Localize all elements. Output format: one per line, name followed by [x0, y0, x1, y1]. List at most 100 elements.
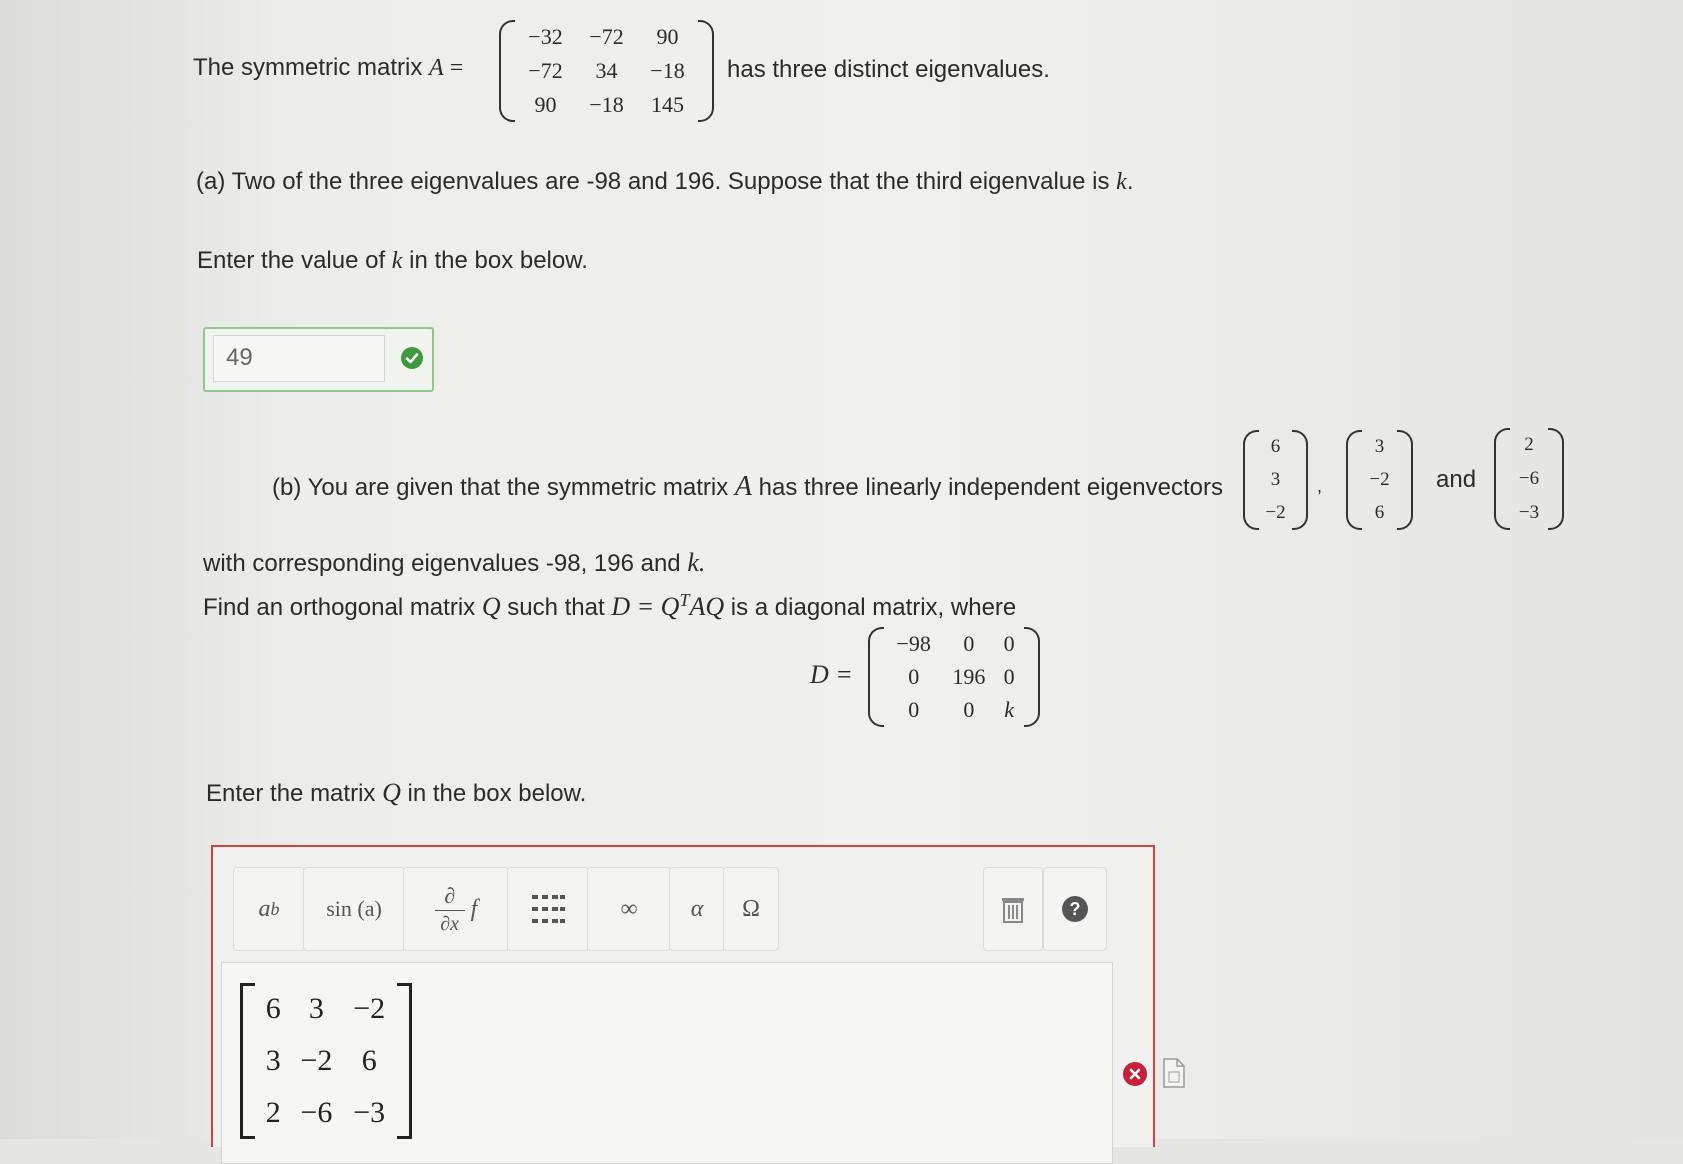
part-a-answer-box: 49	[203, 327, 434, 392]
power-button[interactable]: ab	[233, 867, 305, 951]
matrix-a-cell: 90	[656, 24, 679, 49]
eigenvector-2: 3 −2 6	[1346, 430, 1413, 530]
matrix-a-cell: 145	[651, 92, 684, 117]
trash-button[interactable]	[983, 867, 1043, 951]
answer-matrix-cell[interactable]: 6	[362, 1044, 377, 1078]
part-b-line3-t: T	[679, 590, 690, 610]
part-b-line3-mid: such that	[500, 594, 612, 621]
matrix-d-cell: 0	[963, 630, 975, 656]
check-icon	[401, 347, 423, 369]
derivative-f: f	[470, 895, 478, 922]
part-b-line3-eq: D = Q	[611, 592, 680, 621]
answer-matrix-cell[interactable]: 3	[266, 1044, 281, 1078]
matrix-a-cell: 34	[595, 58, 618, 83]
matrix-d-cell: k	[1004, 697, 1015, 723]
matrix-d-cell: 0	[908, 697, 920, 723]
eigenvector-3-entry: 2	[1524, 434, 1534, 455]
part-b-line2-text: with corresponding eigenvalues -98, 196 …	[203, 550, 688, 577]
answer-matrix-cell[interactable]: 2	[266, 1096, 281, 1130]
part-b-prompt-q: Q	[382, 778, 401, 807]
part-a-suffix: .	[1126, 168, 1134, 195]
math-editor: ab sin (a) ∂ ∂x f ∞ α Ω ? 6 3 −2 3 −2 6 …	[211, 845, 1155, 1164]
matrix-d: −98 0 0 0 196 0 0 0 k	[868, 627, 1040, 727]
eigenvector-3: 2 −6 −3	[1494, 428, 1564, 530]
part-b-line3-q: Q	[481, 592, 501, 621]
part-b-line2: with corresponding eigenvalues -98, 196 …	[203, 548, 705, 578]
help-label: ?	[1069, 898, 1081, 919]
matrix-a: −32 −72 90 −72 34 −18 90 −18 145	[499, 20, 714, 122]
derivative-bottom: ∂x	[440, 912, 460, 935]
part-b-prompt-prefix: Enter the matrix	[206, 780, 383, 807]
matrix-d-cell: 0	[1003, 663, 1015, 689]
answer-matrix-cell[interactable]: −2	[353, 992, 385, 1026]
part-b-line3-suffix: is a diagonal matrix, where	[724, 594, 1017, 621]
part-a-text: (a) Two of the three eigenvalues are -98…	[196, 168, 1134, 196]
eigenvector-1-entry: 3	[1270, 468, 1281, 490]
matrix-a-cell: −18	[589, 92, 624, 117]
eigenvector-1: 6 3 −2	[1243, 430, 1308, 530]
and-word: and	[1436, 466, 1477, 493]
part-b-prompt-suffix: in the box below.	[400, 780, 587, 807]
part-a-answer-input[interactable]: 49	[213, 335, 385, 382]
infinity-button[interactable]: ∞	[587, 867, 671, 951]
part-b-matrix-name: A	[734, 471, 752, 502]
part-b-line1-suffix: has three linearly independent eigenvect…	[751, 474, 1223, 501]
answer-matrix-cell[interactable]: −3	[353, 1096, 385, 1130]
matrix-input-area[interactable]: 6 3 −2 3 −2 6 2 −6 −3	[221, 962, 1113, 1164]
incorrect-icon	[1123, 1062, 1147, 1086]
power-label: a	[258, 895, 271, 922]
matrix-d-cell: −98	[896, 630, 931, 656]
right-bracket	[397, 983, 412, 1139]
sin-button[interactable]: sin (a)	[303, 867, 405, 951]
matrix-a-name: A	[429, 55, 444, 81]
answer-matrix-cell[interactable]: 6	[266, 992, 281, 1026]
part-b-line3-aq: AQ	[689, 592, 725, 621]
part-b-line1-prefix: (b) You are given that the symmetric mat…	[272, 474, 735, 501]
vector-comma: ,	[1317, 476, 1323, 496]
eigenvector-3-entry: −3	[1518, 502, 1540, 523]
part-a-k: k	[1116, 169, 1127, 195]
matrix-grid-button[interactable]	[507, 867, 589, 951]
infinity-label: ∞	[620, 895, 638, 922]
page: The symmetric matrix A = −32 −72 90 −72 …	[0, 0, 1683, 1164]
intro-text: The symmetric matrix A =	[193, 54, 463, 82]
matrix-a-cell: −18	[650, 58, 685, 83]
omega-button[interactable]: Ω	[723, 867, 779, 951]
eigenvector-3-entry: −6	[1518, 468, 1540, 489]
matrix-d-cell: 0	[1003, 630, 1015, 656]
matrix-d-cell: 196	[952, 663, 986, 689]
matrix-a-cell: −72	[589, 24, 624, 49]
matrix-a-cell: 90	[534, 92, 557, 117]
answer-matrix-cell[interactable]: −2	[300, 1044, 332, 1078]
part-a-prefix: (a) Two of the three eigenvalues are -98…	[196, 168, 1117, 195]
trash-icon	[1002, 898, 1024, 923]
help-button[interactable]: ?	[1043, 867, 1107, 951]
eigenvector-2-entry: −2	[1369, 468, 1390, 490]
part-a-prompt-suffix: in the box below.	[402, 247, 588, 274]
part-b-line1: (b) You are given that the symmetric mat…	[272, 471, 1223, 503]
part-b-line2-k: k.	[687, 548, 706, 577]
intro-suffix: has three distinct eigenvalues.	[727, 56, 1050, 83]
matrix-grid-icon	[532, 895, 565, 923]
part-b-line3: Find an orthogonal matrix Q such that D …	[203, 590, 1016, 622]
part-b-line3-prefix: Find an orthogonal matrix	[203, 594, 482, 621]
alpha-label: α	[690, 895, 704, 922]
answer-matrix: 6 3 −2 3 −2 6 2 −6 −3	[240, 983, 412, 1139]
answer-matrix-cell[interactable]: −6	[300, 1096, 332, 1130]
alpha-button[interactable]: α	[669, 867, 725, 951]
derivative-top: ∂	[444, 882, 456, 908]
answer-matrix-cell[interactable]: 3	[309, 992, 324, 1026]
derivative-button[interactable]: ∂ ∂x f	[403, 867, 509, 951]
eigenvector-2-entry: 3	[1374, 435, 1385, 457]
part-b-prompt: Enter the matrix Q in the box below.	[206, 778, 586, 808]
feedback-document-icon[interactable]	[1163, 1058, 1185, 1093]
matrix-d-label: D =	[810, 660, 853, 689]
omega-label: Ω	[742, 895, 760, 922]
help-icon: ?	[1062, 896, 1088, 922]
matrix-a-cell: −32	[528, 24, 563, 49]
part-a-prompt-k: k	[391, 248, 403, 274]
matrix-a-cell: −72	[528, 58, 563, 83]
sin-label: sin (a)	[326, 896, 382, 921]
eigenvector-1-entry: −2	[1265, 502, 1286, 524]
intro-prefix: The symmetric matrix	[193, 54, 430, 81]
